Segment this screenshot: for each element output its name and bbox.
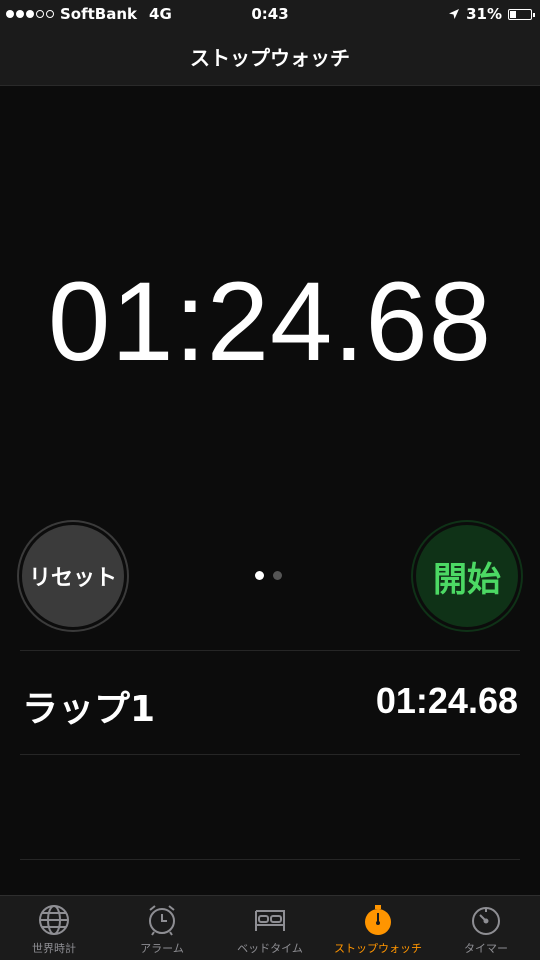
tab-timer[interactable]: タイマー <box>432 896 540 960</box>
battery-fill <box>510 10 516 18</box>
tab-world-clock[interactable]: 世界時計 <box>0 896 108 960</box>
reset-button[interactable]: リセット <box>19 522 127 630</box>
lap-divider-bottom <box>20 859 520 860</box>
tab-label: 世界時計 <box>32 942 76 955</box>
battery-icon <box>508 8 535 20</box>
lap-time: 01:24.68 <box>375 680 518 721</box>
globe-icon <box>39 905 69 935</box>
status-right: 31% <box>448 5 535 23</box>
lap-divider-top <box>20 650 520 651</box>
page-dot-inactive <box>273 571 282 580</box>
battery-percent: 31% <box>466 5 502 23</box>
lap-divider <box>20 754 520 755</box>
bed-icon <box>255 910 285 931</box>
lap-row: ラップ1 01:24.68 <box>0 652 540 754</box>
tab-stopwatch[interactable]: ストップウォッチ <box>324 896 432 960</box>
tab-label: ベッドタイム <box>237 942 303 955</box>
status-bar: SoftBank 4G 0:43 31% <box>0 0 540 28</box>
tab-label: アラーム <box>140 942 184 955</box>
stopwatch-display: 01:24.68 <box>48 259 492 384</box>
page-title: ストップウォッチ <box>190 46 350 70</box>
lap-label: ラップ1 <box>22 689 156 730</box>
stopwatch-icon <box>365 905 391 935</box>
tab-bedtime[interactable]: ベッドタイム <box>216 896 324 960</box>
page-indicator[interactable] <box>255 571 282 580</box>
start-button[interactable]: 開始 <box>413 522 521 630</box>
tab-alarm[interactable]: アラーム <box>108 896 216 960</box>
tab-label: ストップウォッチ <box>334 942 422 955</box>
nav-bar: ストップウォッチ <box>0 28 540 86</box>
location-arrow-icon <box>449 9 460 19</box>
page-dot-active <box>255 571 264 580</box>
tab-bar: 世界時計 アラーム ベッドタイム ストップウォッチ タイマー <box>0 895 540 960</box>
timer-icon <box>472 907 500 935</box>
tab-label: タイマー <box>464 942 508 955</box>
alarm-clock-icon <box>149 905 175 936</box>
